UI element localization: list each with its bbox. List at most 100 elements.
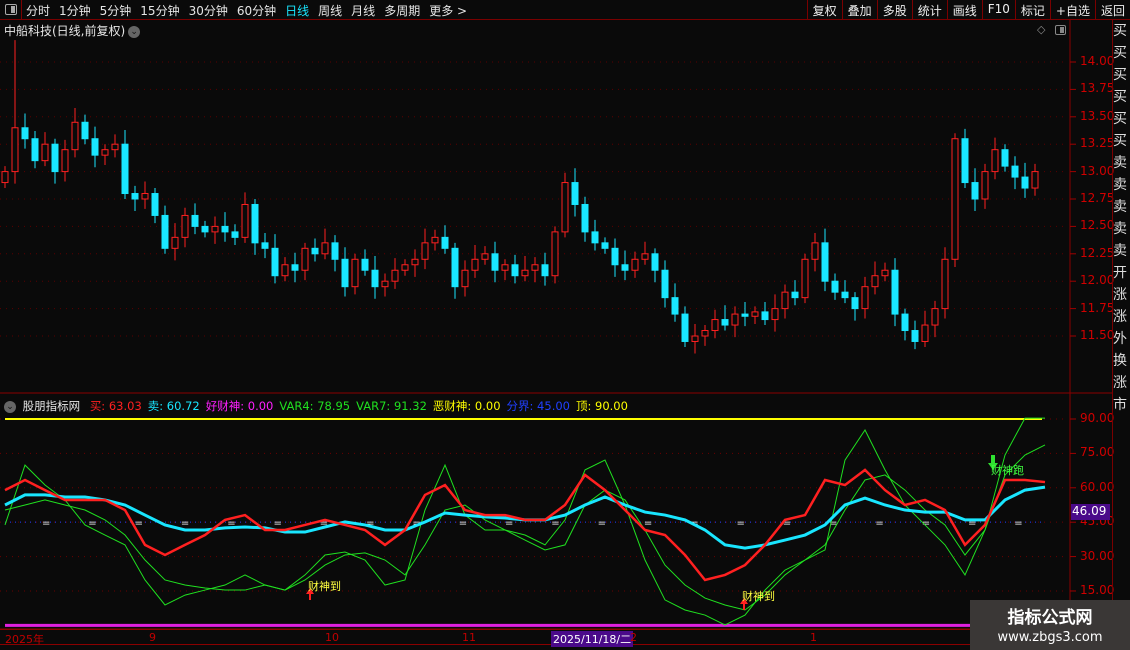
price-tick-label: 12.25 [1080, 245, 1115, 260]
time-label: 1 [810, 631, 817, 644]
indicator-value: 好财神: 0.00 [205, 399, 274, 413]
candle-down [151, 193, 159, 216]
indicator-tick-label: 30.00 [1080, 548, 1115, 563]
side-strip-label: 卖 [1113, 199, 1127, 215]
candle-down [901, 313, 909, 332]
candle-up [411, 258, 419, 266]
candle-up [501, 264, 509, 271]
candle-up [711, 319, 719, 332]
indicator-value: 卖: 60.72 [147, 399, 200, 413]
candle-down [231, 231, 239, 238]
side-strip-label: 买 [1113, 89, 1127, 105]
candle-down [1021, 176, 1029, 189]
candle-up [381, 280, 389, 288]
candle-down [341, 258, 349, 288]
candle-down [191, 214, 199, 227]
candle-down [161, 214, 169, 249]
price-tick-label: 12.50 [1080, 218, 1115, 233]
var4-line [4, 444, 1046, 611]
candle-down [591, 231, 599, 244]
indicator-header: ⌄ 股朋指标网 买: 63.03 卖: 60.72 好财神: 0.00 VAR4: 7… [4, 398, 640, 414]
indicator-tick-label: 60.00 [1080, 479, 1115, 494]
candle-down [611, 247, 619, 266]
indicator-tick-label: 75.00 [1080, 445, 1115, 460]
candle-down [491, 253, 499, 271]
side-strip-label: 开 [1113, 265, 1127, 281]
indicator-tick-label: 90.00 [1080, 411, 1115, 425]
chevron-down-icon[interactable]: ⌄ [4, 400, 16, 413]
candle-up [801, 258, 809, 299]
candle-down [511, 264, 519, 277]
candle-up [301, 247, 309, 271]
price-tick-label: 13.75 [1080, 81, 1115, 96]
candle-down [651, 253, 659, 271]
candle-up [111, 143, 119, 151]
candle-down [671, 297, 679, 315]
candle-down [851, 297, 859, 310]
candle-up [101, 149, 109, 156]
candle-up [881, 269, 889, 277]
divider-marker: = [274, 518, 282, 529]
candle-down [331, 242, 339, 260]
candle-up [991, 149, 999, 173]
side-strip-label: 涨 [1113, 287, 1127, 303]
price-tick-label: 13.50 [1080, 108, 1115, 123]
side-strip-label: 涨 [1113, 309, 1127, 325]
candle-up [871, 275, 879, 288]
price-tick-label: 11.75 [1080, 300, 1115, 315]
candle-up [71, 121, 79, 151]
indicator-value: 顶: 90.00 [575, 399, 628, 413]
side-strip-label: 市 [1113, 397, 1127, 413]
side-strip-label: 卖 [1113, 177, 1127, 193]
candle-down [131, 193, 139, 200]
candle-down [841, 291, 849, 299]
candle-up [521, 269, 529, 277]
price-tick-label: 13.00 [1080, 163, 1115, 178]
time-label: 9 [149, 631, 156, 644]
candle-up [641, 253, 649, 260]
candle-down [51, 143, 59, 173]
candle-down [261, 242, 269, 249]
candle-down [971, 182, 979, 200]
candle-up [61, 149, 69, 173]
candle-down [91, 138, 99, 156]
fortune-arrive-label: 财神到 [308, 580, 341, 593]
side-strip-label: 换 [1113, 353, 1127, 369]
watermark: 指标公式网 www.zbgs3.com [970, 600, 1130, 650]
candle-up [171, 236, 179, 249]
side-strip-label: 买 [1113, 67, 1127, 83]
side-strip-label: 涨 [1113, 375, 1127, 391]
price-tick-label: 14.00 [1080, 54, 1115, 68]
candle-down [441, 236, 449, 249]
candle-down [451, 247, 459, 288]
divider-marker: = [737, 518, 745, 529]
candle-down [661, 269, 669, 299]
candle-down [121, 143, 129, 195]
candle-down [581, 203, 589, 233]
candle-down [791, 291, 799, 299]
indicator-name[interactable]: 股朋指标网 [23, 399, 81, 413]
fortune-arrive-label: 财神到 [742, 590, 775, 603]
candle-down [221, 225, 229, 233]
divider-marker: = [598, 518, 606, 529]
side-strip-label: 卖 [1113, 155, 1127, 171]
candle-down [31, 138, 39, 162]
candle-down [721, 319, 729, 326]
candle-down [1001, 149, 1009, 167]
price-tick-label: 11.50 [1080, 328, 1115, 342]
divider-marker: = [875, 518, 883, 529]
candle-down [681, 313, 689, 342]
divider-marker: = [644, 518, 652, 529]
candle-up [981, 171, 989, 200]
candle-down [371, 269, 379, 288]
indicator-tick-label: 15.00 [1080, 582, 1115, 597]
side-strip-label: 买 [1113, 111, 1127, 127]
chart-canvas[interactable]: = = = = = = = = = = = = = = = = = = = = = = [0, 0, 1130, 650]
price-tick-label: 13.25 [1080, 136, 1115, 151]
divider-marker: = [1014, 518, 1022, 529]
candle-down [741, 313, 749, 317]
candle-up [421, 242, 429, 260]
indicator-value: 买: 63.03 [89, 399, 142, 413]
side-info-strip: 买买买买买买卖卖卖卖卖开涨涨外换涨市 [1112, 20, 1130, 630]
candle-up [351, 258, 359, 288]
